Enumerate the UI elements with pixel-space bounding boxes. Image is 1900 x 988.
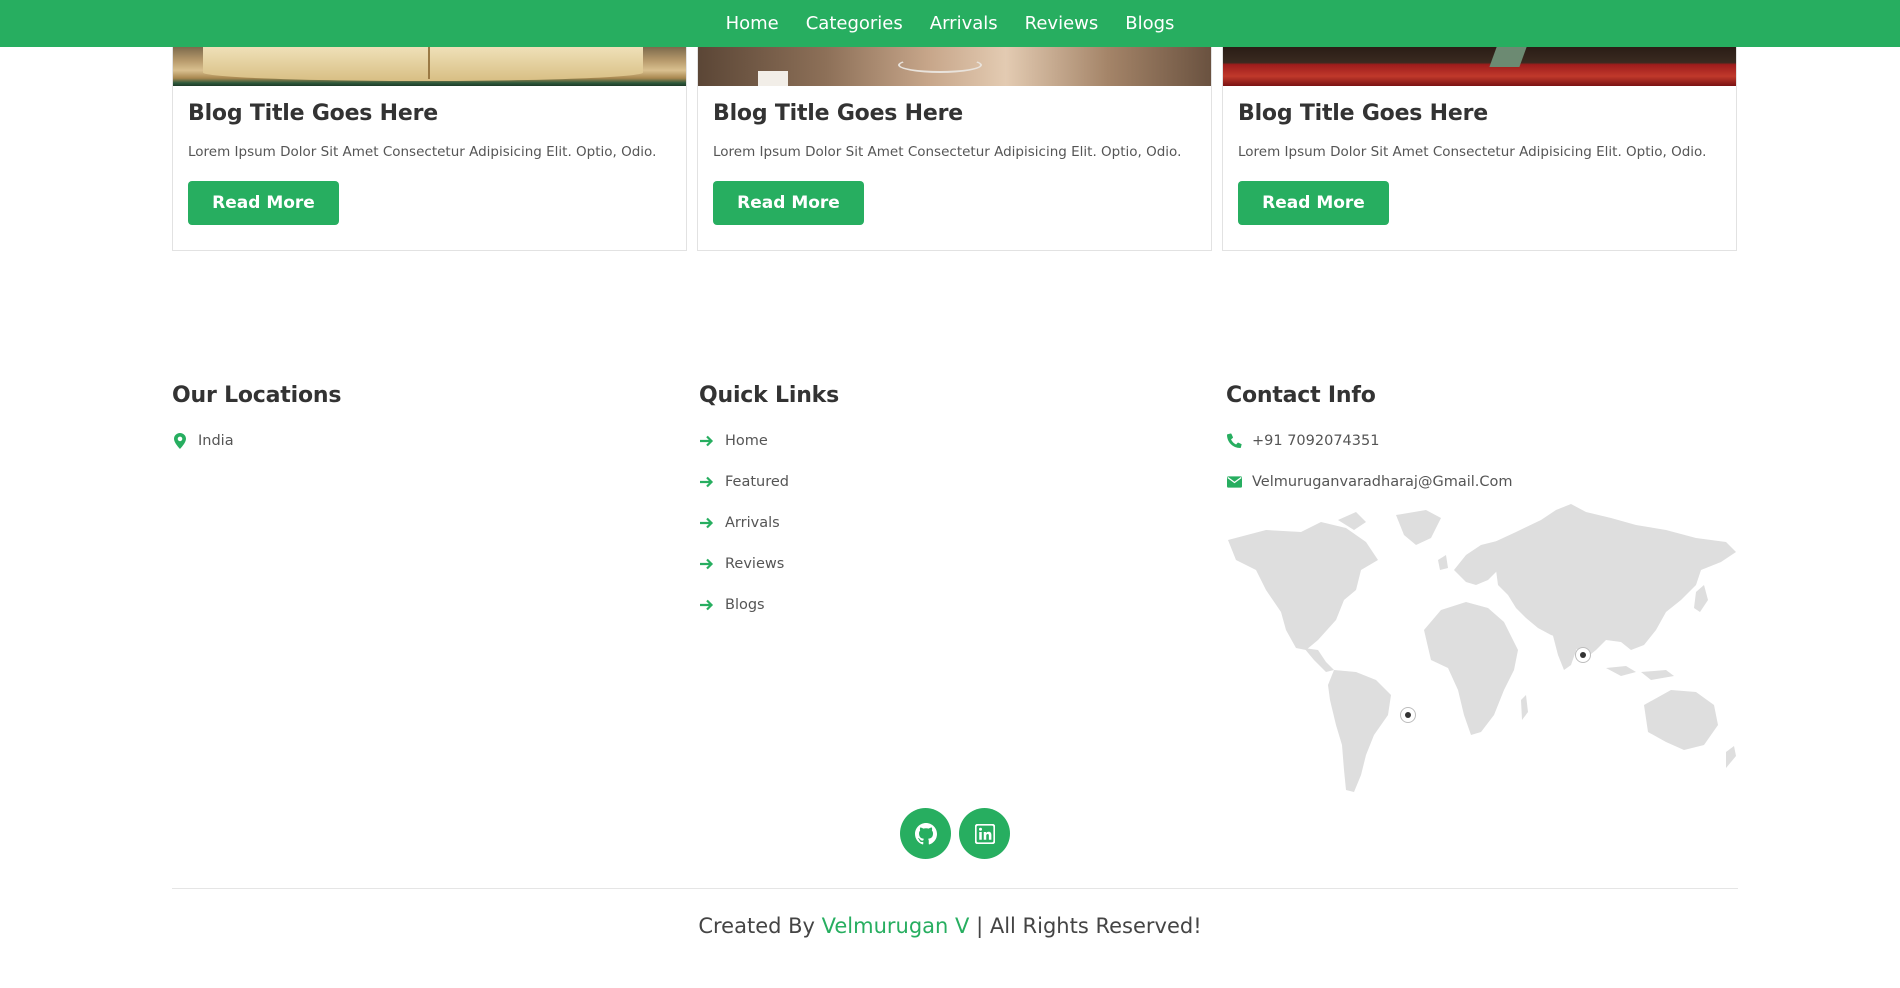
credit-suffix: | All Rights Reserved! xyxy=(976,914,1202,938)
read-more-button[interactable]: Read More xyxy=(188,181,339,225)
nav-home-link[interactable]: Home xyxy=(726,13,779,34)
author-link[interactable]: Velmurugan V xyxy=(822,914,970,938)
envelope-icon xyxy=(1226,475,1242,488)
blog-excerpt: Lorem Ipsum Dolor Sit Amet Consectetur A… xyxy=(713,144,1182,160)
quick-link-label: Blogs xyxy=(725,596,765,613)
footer-credit: Created By Velmurugan V | All Rights Res… xyxy=(0,914,1900,938)
blog-excerpt: Lorem Ipsum Dolor Sit Amet Consectetur A… xyxy=(1238,144,1707,160)
footer-divider xyxy=(172,888,1738,889)
blog-image xyxy=(698,47,1211,86)
blog-card: Blog Title Goes Here Lorem Ipsum Dolor S… xyxy=(1222,47,1737,251)
contact-heading: Contact Info xyxy=(1226,383,1376,408)
blog-card: Blog Title Goes Here Lorem Ipsum Dolor S… xyxy=(697,47,1212,251)
phone-icon xyxy=(1226,433,1242,448)
locations-heading: Our Locations xyxy=(172,383,342,408)
blog-image xyxy=(1223,47,1736,86)
quick-link-blogs[interactable]: Blogs xyxy=(699,584,1199,625)
blog-title: Blog Title Goes Here xyxy=(1238,101,1488,126)
arrow-right-icon xyxy=(699,558,715,570)
credit-prefix: Created By xyxy=(698,914,815,938)
quick-link-home[interactable]: Home xyxy=(699,420,1199,461)
top-navbar: Home Categories Arrivals Reviews Blogs xyxy=(0,0,1900,47)
contact-email[interactable]: Velmuruganvaradharaj@Gmail.Com xyxy=(1226,461,1726,502)
nav-blogs-link[interactable]: Blogs xyxy=(1125,13,1174,34)
quick-link-reviews[interactable]: Reviews xyxy=(699,543,1199,584)
read-more-button[interactable]: Read More xyxy=(1238,181,1389,225)
nav-reviews-link[interactable]: Reviews xyxy=(1025,13,1099,34)
linkedin-icon xyxy=(974,823,995,844)
quick-link-arrivals[interactable]: Arrivals xyxy=(699,502,1199,543)
contact-column: Contact Info +91 7092074351 Velmuruganva… xyxy=(1226,383,1726,502)
contact-phone[interactable]: +91 7092074351 xyxy=(1226,420,1726,461)
blog-cards: Blog Title Goes Here Lorem Ipsum Dolor S… xyxy=(172,47,1738,251)
map-marker-icon xyxy=(172,432,188,449)
locations-column: Our Locations India xyxy=(172,383,672,461)
blog-excerpt: Lorem Ipsum Dolor Sit Amet Consectetur A… xyxy=(188,144,657,160)
social-links xyxy=(900,808,1010,859)
quick-link-label: Arrivals xyxy=(725,514,780,531)
arrow-right-icon xyxy=(699,435,715,447)
read-more-button[interactable]: Read More xyxy=(713,181,864,225)
quick-links-heading: Quick Links xyxy=(699,383,839,408)
arrow-right-icon xyxy=(699,599,715,611)
quick-link-label: Home xyxy=(725,432,768,449)
world-map-image xyxy=(1228,504,1736,792)
map-marker-asia xyxy=(1575,647,1591,663)
map-marker-south-america xyxy=(1400,707,1416,723)
blog-title: Blog Title Goes Here xyxy=(188,101,438,126)
email-address: Velmuruganvaradharaj@Gmail.Com xyxy=(1252,473,1513,490)
quick-links-column: Quick Links Home Featured Arrivals Revie… xyxy=(699,383,1199,625)
github-button[interactable] xyxy=(900,808,951,859)
nav-categories-link[interactable]: Categories xyxy=(806,13,903,34)
nav-arrivals-link[interactable]: Arrivals xyxy=(930,13,998,34)
quick-link-label: Featured xyxy=(725,473,789,490)
phone-number: +91 7092074351 xyxy=(1252,432,1380,449)
blog-title: Blog Title Goes Here xyxy=(713,101,963,126)
arrow-right-icon xyxy=(699,476,715,488)
location-label: India xyxy=(198,432,234,449)
location-item[interactable]: India xyxy=(172,420,672,461)
quick-link-label: Reviews xyxy=(725,555,785,572)
quick-link-featured[interactable]: Featured xyxy=(699,461,1199,502)
linkedin-button[interactable] xyxy=(959,808,1010,859)
arrow-right-icon xyxy=(699,517,715,529)
blog-card: Blog Title Goes Here Lorem Ipsum Dolor S… xyxy=(172,47,687,251)
blog-image xyxy=(173,47,686,86)
github-icon xyxy=(914,822,937,844)
